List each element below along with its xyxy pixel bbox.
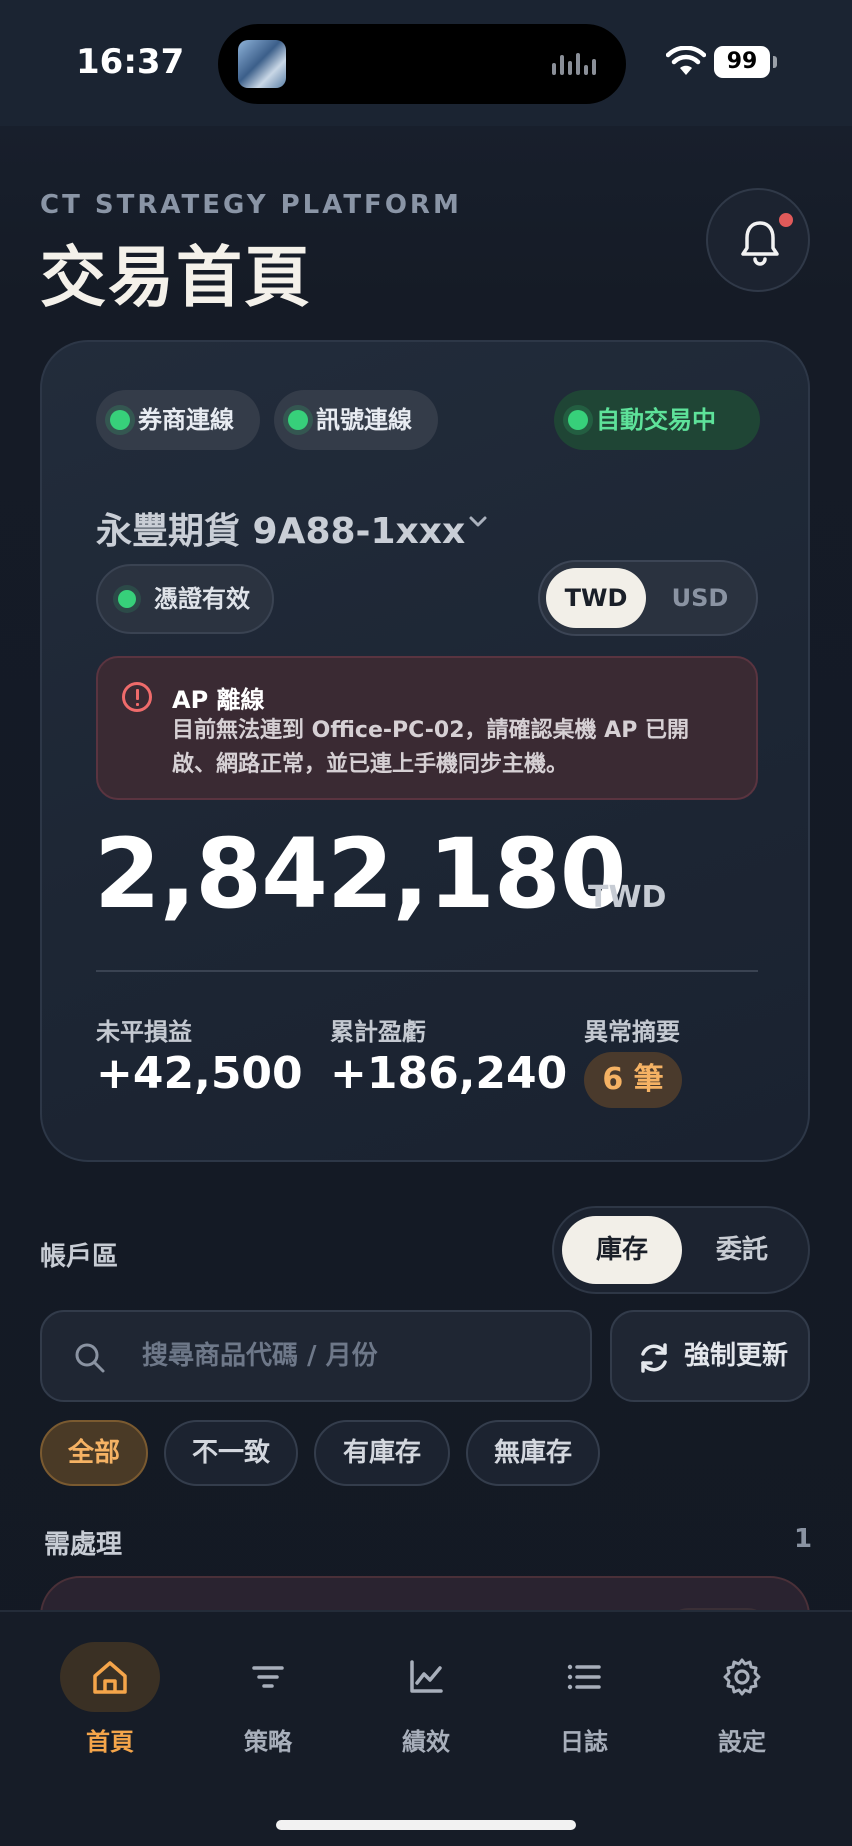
divider xyxy=(96,970,758,972)
needs-action-count: 1 xyxy=(794,1524,813,1554)
search-placeholder: 搜尋商品代碼 / 月份 xyxy=(142,1341,378,1371)
cumulative-pnl-value: +186,240 xyxy=(330,1048,568,1099)
status-dot-icon xyxy=(568,410,588,430)
tab-home[interactable]: 首頁 xyxy=(45,1630,175,1756)
status-dot-icon xyxy=(288,410,308,430)
unrealized-pnl-label: 未平損益 xyxy=(96,1018,192,1046)
filter-chip-mismatch[interactable]: 不一致 xyxy=(164,1420,298,1486)
tab-strategy[interactable]: 策略 xyxy=(203,1630,333,1756)
filter-icon xyxy=(252,1666,284,1688)
force-refresh-button[interactable]: 強制更新 xyxy=(610,1310,810,1402)
search-input[interactable]: 搜尋商品代碼 / 月份 xyxy=(40,1310,592,1402)
certificate-label: 憑證有效 xyxy=(154,585,250,613)
auto-trading-pill[interactable]: 自動交易中 xyxy=(554,390,760,450)
tab-settings-icon-wrap xyxy=(692,1642,792,1712)
tab-settings-label: 設定 xyxy=(718,1728,766,1756)
tab-inventory[interactable]: 庫存 xyxy=(562,1216,682,1284)
wifi-icon xyxy=(666,46,706,75)
tab-performance-icon-wrap xyxy=(376,1642,476,1712)
tab-performance-label: 績效 xyxy=(402,1728,450,1756)
anomaly-count-badge[interactable]: 6 筆 xyxy=(584,1052,682,1108)
bottom-tab-bar: 首頁 策略 績效 日誌 設定 xyxy=(0,1610,852,1846)
certificate-status-pill: 憑證有效 xyxy=(96,564,274,634)
notification-button[interactable] xyxy=(706,188,810,292)
chart-line-icon xyxy=(410,1660,443,1693)
battery-indicator: 99 xyxy=(714,46,777,78)
broker-connection-pill: 券商連線 xyxy=(96,390,260,450)
filter-chip-all[interactable]: 全部 xyxy=(40,1420,148,1486)
tab-home-label: 首頁 xyxy=(86,1728,134,1756)
filter-chip-in-stock[interactable]: 有庫存 xyxy=(314,1420,450,1486)
status-bar: 16:37 99 xyxy=(0,0,852,126)
bell-icon xyxy=(741,221,779,266)
account-balance: 2,842,180 xyxy=(94,818,627,930)
ap-offline-alert: AP 離線 目前無法連到 Office-PC-02，請確認桌機 AP 已開啟、網… xyxy=(96,656,758,800)
auto-trading-label: 自動交易中 xyxy=(596,406,716,434)
status-dot-icon xyxy=(110,410,130,430)
alert-title: AP 離線 xyxy=(172,686,265,714)
force-refresh-label: 強制更新 xyxy=(684,1341,789,1371)
alert-circle-icon xyxy=(122,682,152,712)
notification-badge xyxy=(776,210,796,230)
currency-toggle: TWD USD xyxy=(538,560,758,636)
tab-logs-label: 日誌 xyxy=(560,1728,608,1756)
alert-message: 目前無法連到 Office-PC-02，請確認桌機 AP 已開啟、網路正常，並已… xyxy=(172,718,689,777)
gear-icon xyxy=(723,1658,761,1696)
filter-chip-no-stock[interactable]: 無庫存 xyxy=(466,1420,600,1486)
refresh-icon xyxy=(641,1343,667,1373)
account-selector[interactable]: 永豐期貨 9A88-1xxx xyxy=(96,502,465,554)
chevron-down-icon[interactable] xyxy=(468,512,488,532)
account-view-toggle: 庫存 委託 xyxy=(552,1206,810,1294)
cumulative-pnl-label: 累計盈虧 xyxy=(330,1018,426,1046)
tab-orders[interactable]: 委託 xyxy=(682,1216,802,1284)
tab-strategy-icon-wrap xyxy=(218,1642,318,1712)
dynamic-island[interactable] xyxy=(218,24,626,104)
currency-option-twd[interactable]: TWD xyxy=(546,568,646,628)
needs-action-label: 需處理 xyxy=(44,1530,123,1560)
tab-performance[interactable]: 績效 xyxy=(361,1630,491,1756)
unrealized-pnl-value: +42,500 xyxy=(96,1048,303,1099)
tab-home-icon-wrap xyxy=(60,1642,160,1712)
broker-connection-label: 券商連線 xyxy=(138,406,234,434)
home-icon xyxy=(93,1661,127,1694)
brand-label: CT STRATEGY PLATFORM xyxy=(40,190,462,220)
tab-settings[interactable]: 設定 xyxy=(677,1630,807,1756)
balance-currency: TWD xyxy=(588,880,667,915)
signal-connection-pill: 訊號連線 xyxy=(274,390,438,450)
tab-logs[interactable]: 日誌 xyxy=(519,1630,649,1756)
status-time: 16:37 xyxy=(76,42,185,82)
account-section-label: 帳戶區 xyxy=(40,1242,119,1272)
app-screen: 16:37 99 CT STRATEGY PLATFORM 交易首頁 券商連線 … xyxy=(0,0,852,1846)
status-dot-icon xyxy=(118,590,136,608)
anomaly-summary-label: 異常摘要 xyxy=(584,1018,680,1046)
tab-strategy-label: 策略 xyxy=(244,1728,292,1756)
audio-wave-icon xyxy=(552,52,604,78)
signal-connection-label: 訊號連線 xyxy=(316,406,412,434)
tab-logs-icon-wrap xyxy=(534,1642,634,1712)
home-indicator[interactable] xyxy=(276,1820,576,1830)
search-icon xyxy=(75,1343,105,1373)
account-summary-card: 券商連線 訊號連線 自動交易中 永豐期貨 9A88-1xxx 憑證有效 TWD … xyxy=(40,340,810,1162)
now-playing-artwork xyxy=(238,40,286,88)
currency-option-usd[interactable]: USD xyxy=(650,568,750,628)
list-icon xyxy=(567,1664,601,1690)
page-title: 交易首頁 xyxy=(40,239,312,316)
